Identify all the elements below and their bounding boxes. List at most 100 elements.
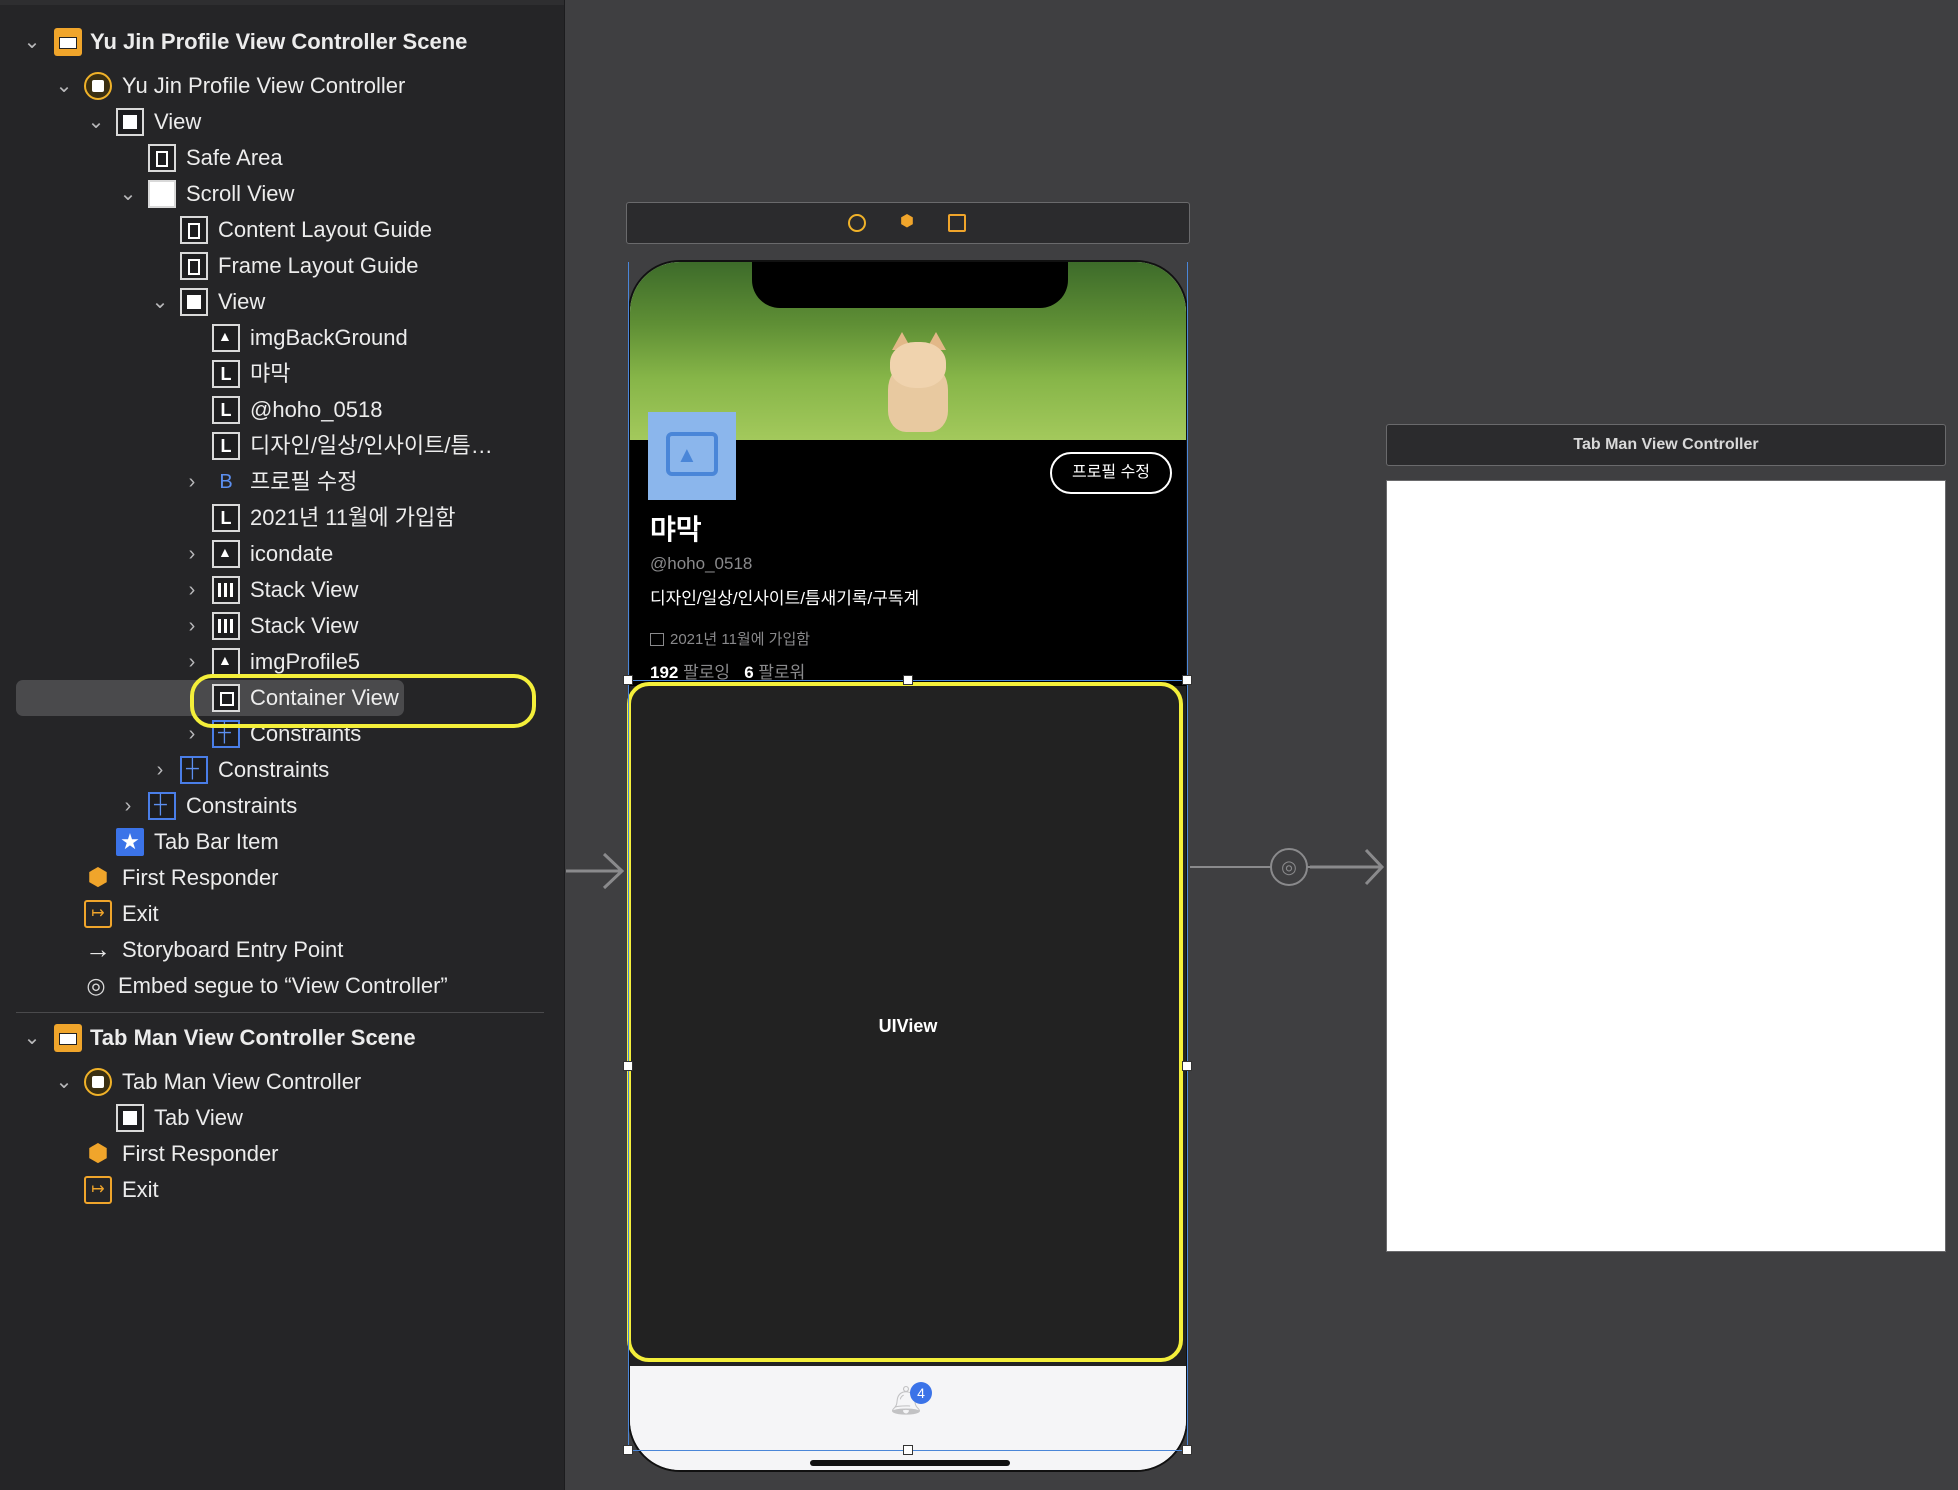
first-responder-icon: ⬢ bbox=[87, 1140, 109, 1167]
outline-row-label: First Responder bbox=[122, 1141, 279, 1166]
resize-handle[interactable] bbox=[903, 1445, 913, 1455]
star-icon: ★ bbox=[116, 828, 144, 856]
exit-icon: ↦ bbox=[84, 1176, 112, 1204]
chevron-right-icon[interactable]: › bbox=[180, 578, 204, 602]
outline-row-label: Constraints bbox=[186, 793, 298, 818]
outline-row-stack-view-1[interactable]: › Stack View bbox=[16, 572, 548, 608]
view-icon bbox=[116, 108, 144, 136]
outline-row-label: 프로필 수정 bbox=[250, 469, 358, 494]
outline-row-content-layout-guide[interactable]: Content Layout Guide bbox=[16, 212, 548, 248]
container-view-annotation-oval bbox=[627, 682, 1183, 1362]
cat-photo bbox=[880, 332, 960, 432]
outline-row-tab-bar-item[interactable]: ★ Tab Bar Item bbox=[16, 824, 548, 860]
resize-handle[interactable] bbox=[903, 675, 913, 685]
outline-row-label: 먀막 bbox=[250, 361, 291, 386]
resize-handle[interactable] bbox=[1182, 675, 1192, 685]
tabman-scene-dock[interactable]: Tab Man View Controller bbox=[1386, 424, 1946, 466]
stack-view-icon bbox=[212, 576, 240, 604]
outline-row-label-handle[interactable]: L @hoho_0518 bbox=[16, 392, 548, 428]
resize-handle[interactable] bbox=[623, 1061, 633, 1071]
chevron-down-icon[interactable]: ⌄ bbox=[20, 30, 44, 54]
image-view-icon bbox=[212, 648, 240, 676]
outline-row-profile-scene[interactable]: ⌄ Yu Jin Profile View Controller Scene bbox=[16, 24, 548, 60]
outline-row-tabman-vc[interactable]: ⌄ Tab Man View Controller bbox=[16, 1064, 548, 1100]
outline-row-label-name[interactable]: L 먀막 bbox=[16, 356, 548, 392]
outline-row-entry-point[interactable]: → Storyboard Entry Point bbox=[16, 932, 548, 968]
label-icon: L bbox=[212, 360, 240, 388]
chevron-right-icon[interactable]: › bbox=[148, 758, 172, 782]
chevron-right-icon[interactable]: › bbox=[180, 722, 204, 746]
notification-badge: 4 bbox=[910, 1382, 932, 1404]
outline-row-label: Yu Jin Profile View Controller Scene bbox=[90, 29, 468, 54]
scroll-view-icon bbox=[148, 180, 176, 208]
layout-guide-icon bbox=[148, 144, 176, 172]
outline-row-img-background[interactable]: imgBackGround bbox=[16, 320, 548, 356]
device-notch bbox=[752, 262, 1068, 308]
chevron-right-icon[interactable]: › bbox=[180, 542, 204, 566]
outline-row-stack-view-2[interactable]: › Stack View bbox=[16, 608, 548, 644]
resize-handle[interactable] bbox=[1182, 1445, 1192, 1455]
outline-row-profile-vc[interactable]: ⌄ Yu Jin Profile View Controller bbox=[16, 68, 548, 104]
scene-divider bbox=[16, 1012, 544, 1013]
resize-handle[interactable] bbox=[623, 1445, 633, 1455]
constraints-icon bbox=[180, 756, 208, 784]
label-icon: L bbox=[212, 432, 240, 460]
outline-row-tabman-scene[interactable]: ⌄ Tab Man View Controller Scene bbox=[16, 1020, 548, 1056]
tabman-view-controller-frame[interactable] bbox=[1386, 480, 1946, 1252]
stack-view-icon bbox=[212, 612, 240, 640]
scene-icon bbox=[54, 28, 82, 56]
outline-row-label: Stack View bbox=[250, 613, 359, 638]
chevron-down-icon[interactable]: ⌄ bbox=[52, 1070, 76, 1094]
outline-row-frame-layout-guide[interactable]: Frame Layout Guide bbox=[16, 248, 548, 284]
embed-segue-icon[interactable]: ◎ bbox=[1270, 848, 1308, 886]
edit-profile-button[interactable]: 프로필 수정 bbox=[1050, 452, 1172, 494]
exit-icon[interactable] bbox=[948, 214, 966, 232]
chevron-down-icon[interactable]: ⌄ bbox=[20, 1026, 44, 1050]
first-responder-icon: ⬢ bbox=[87, 864, 109, 891]
view-controller-icon[interactable] bbox=[848, 214, 866, 232]
outline-row-label: Stack View bbox=[250, 577, 359, 602]
outline-row-label: Tab Man View Controller bbox=[122, 1069, 362, 1094]
outline-row-scroll-view[interactable]: ⌄ Scroll View bbox=[16, 176, 548, 212]
joined-date: 2021년 11월에 가입함 bbox=[650, 628, 810, 649]
constraints-icon bbox=[148, 792, 176, 820]
outline-row-label: 디자인/일상/인사이트/틈… bbox=[250, 433, 493, 458]
outline-row-constraints-view[interactable]: › Constraints bbox=[16, 788, 548, 824]
outline-row-label: Tab Man View Controller Scene bbox=[90, 1025, 416, 1050]
outline-row-constraints-scroll[interactable]: › Constraints bbox=[16, 752, 548, 788]
scene-dock[interactable]: ⬢ bbox=[626, 202, 1190, 244]
chevron-down-icon[interactable]: ⌄ bbox=[116, 182, 140, 206]
selection-guide bbox=[1187, 262, 1188, 1450]
outline-row-label: Frame Layout Guide bbox=[218, 253, 419, 278]
segue-arrowhead-icon bbox=[1310, 848, 1385, 886]
chevron-right-icon[interactable]: › bbox=[180, 614, 204, 638]
chevron-down-icon[interactable]: ⌄ bbox=[84, 110, 108, 134]
outline-row-first-responder[interactable]: ⬢ First Responder bbox=[16, 860, 548, 896]
entry-arrow-icon bbox=[566, 852, 625, 890]
outline-top-rule bbox=[0, 0, 564, 5]
outline-row-button-edit[interactable]: › B 프로필 수정 bbox=[16, 464, 548, 500]
outline-row-label-joined[interactable]: L 2021년 11월에 가입함 bbox=[16, 500, 548, 536]
outline-row-tab-view[interactable]: Tab View bbox=[16, 1100, 548, 1136]
entry-arrow-icon: → bbox=[85, 934, 111, 964]
outline-row-tabman-exit[interactable]: ↦ Exit bbox=[16, 1172, 548, 1208]
resize-handle[interactable] bbox=[1182, 1061, 1192, 1071]
resize-handle[interactable] bbox=[623, 675, 633, 685]
outline-row-icondate[interactable]: › icondate bbox=[16, 536, 548, 572]
chevron-down-icon[interactable]: ⌄ bbox=[52, 74, 76, 98]
outline-row-inner-view[interactable]: ⌄ View bbox=[16, 284, 548, 320]
outline-row-exit[interactable]: ↦ Exit bbox=[16, 896, 548, 932]
chevron-right-icon[interactable]: › bbox=[180, 470, 204, 494]
outline-row-embed-segue[interactable]: ◎ Embed segue to “View Controller” bbox=[16, 968, 548, 1004]
outline-row-tabman-first-responder[interactable]: ⬢ First Responder bbox=[16, 1136, 548, 1172]
outline-row-safe-area[interactable]: Safe Area bbox=[16, 140, 548, 176]
selection-guide bbox=[628, 262, 629, 1450]
chevron-right-icon[interactable]: › bbox=[180, 650, 204, 674]
outline-row-view[interactable]: ⌄ View bbox=[16, 104, 548, 140]
outline-row-label-bio[interactable]: L 디자인/일상/인사이트/틈… bbox=[16, 428, 548, 464]
outline-row-label: Tab Bar Item bbox=[154, 829, 279, 854]
chevron-down-icon[interactable]: ⌄ bbox=[148, 290, 172, 314]
profile-image[interactable] bbox=[648, 412, 736, 500]
chevron-right-icon[interactable]: › bbox=[116, 794, 140, 818]
first-responder-icon[interactable]: ⬢ bbox=[898, 214, 916, 232]
